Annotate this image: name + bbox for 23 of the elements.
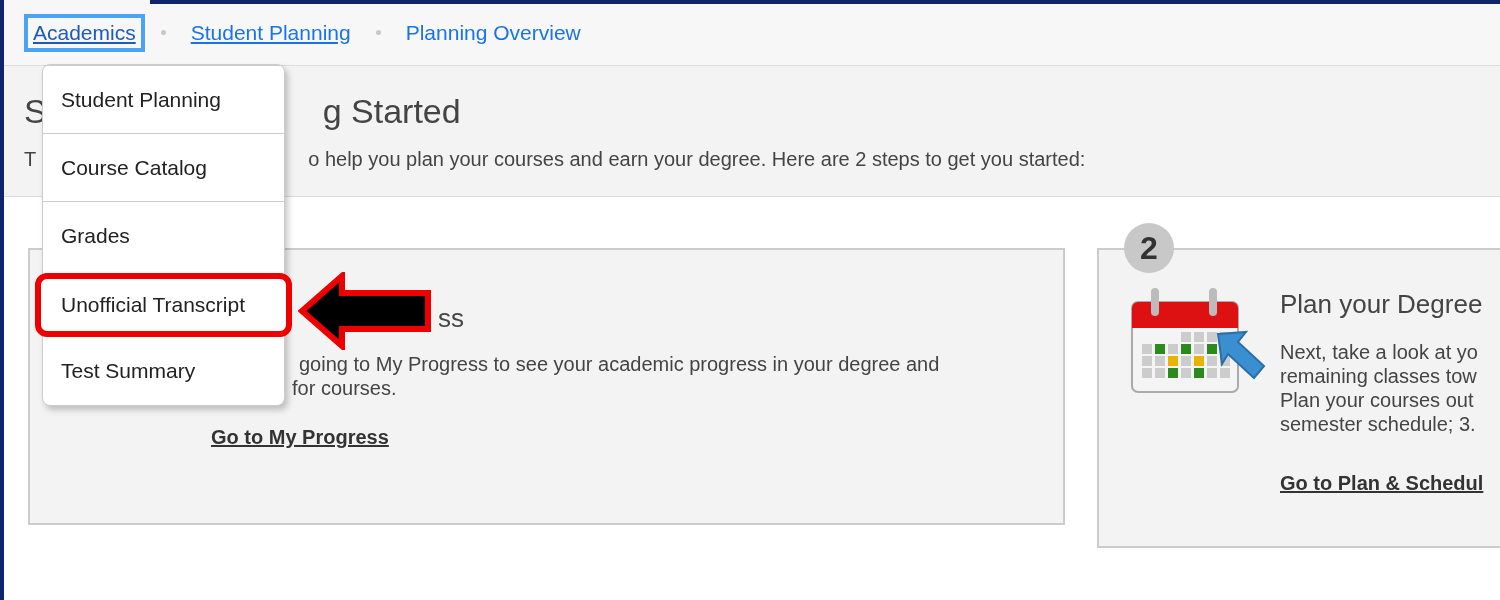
card-title: ss [438, 302, 464, 334]
intro-text: o help you plan your courses and earn your degree. Here are 2 steps to get you started: [308, 148, 1086, 171]
card-text: semester schedule; 3. [1280, 412, 1477, 436]
card-text: Plan your courses out [1280, 388, 1475, 412]
menu-item[interactable]: Test Summary [43, 337, 284, 405]
intro-text: T [24, 148, 37, 171]
page-heading: g Started [322, 91, 461, 131]
step-number-badge: 2 [1124, 223, 1174, 273]
separator-dot [160, 30, 166, 35]
menu-item[interactable]: Student Planning [43, 65, 284, 133]
card-text: for courses. [292, 376, 398, 400]
menu-item[interactable]: Course Catalog [43, 133, 284, 201]
card-text: Next, take a look at yo [1280, 340, 1479, 364]
card-link[interactable]: Go to My Progress [211, 426, 389, 449]
menu-item[interactable]: Unofficial Transcript [35, 273, 292, 337]
card-text: remaining classes tow [1280, 364, 1478, 388]
separator-dot [375, 30, 381, 35]
breadcrumb-link[interactable]: Planning Overview [400, 17, 586, 48]
menu-item[interactable]: Grades [43, 201, 284, 269]
card-text: going to My Progress to see your academic progress in your degree and [299, 352, 940, 376]
breadcrumb-link[interactable]: Student Planning [185, 17, 356, 48]
card-link[interactable]: Go to Plan & Schedul [1280, 472, 1484, 495]
card-title: Plan your Degree [1280, 288, 1483, 320]
